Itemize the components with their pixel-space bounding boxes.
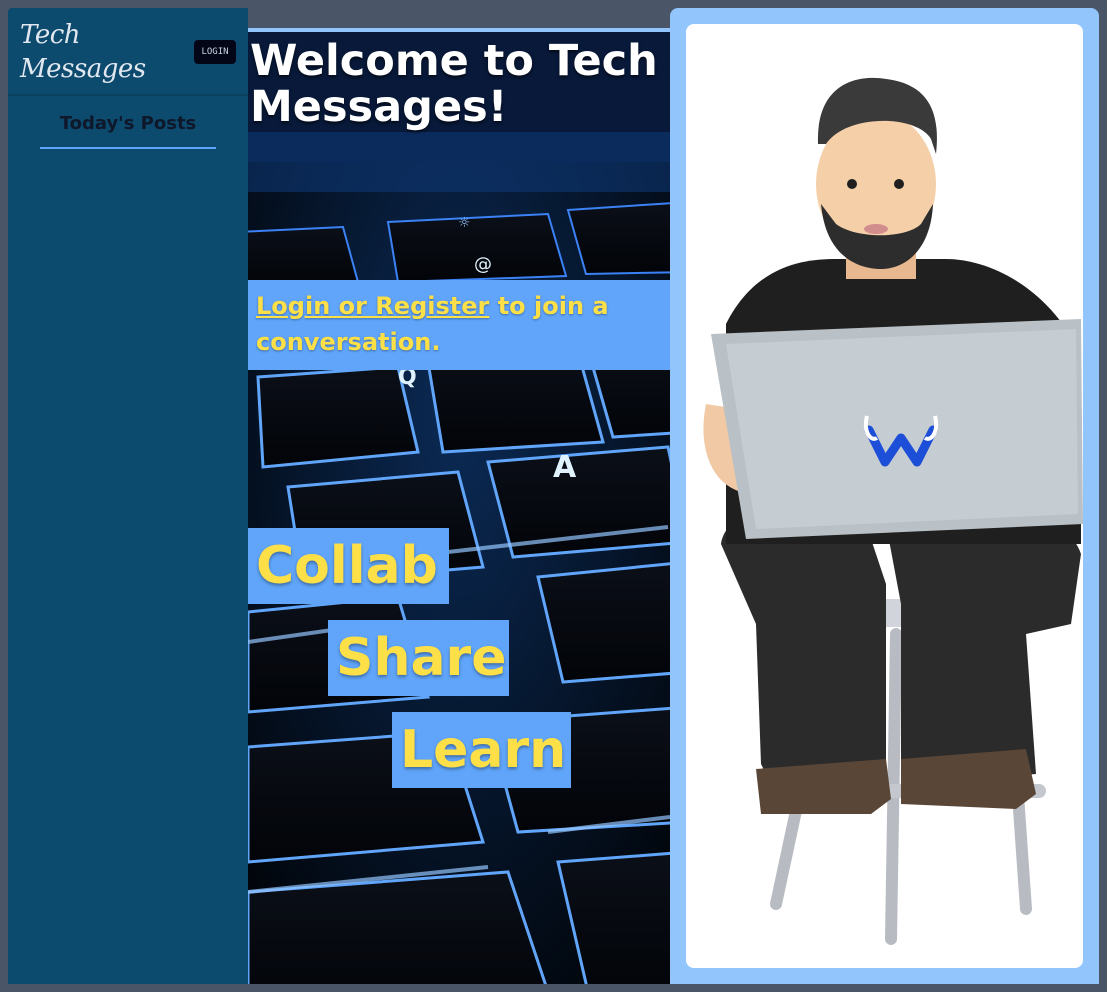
brand-line-2: Messages — [20, 54, 146, 84]
login-register-link[interactable]: Login or Register — [256, 292, 489, 320]
illustration-card — [686, 24, 1083, 968]
hero-section: ☼ @ A Q Welcome to Tech Messages! Login — [248, 28, 670, 984]
tagline-share: Share — [328, 620, 509, 696]
svg-text:A: A — [553, 450, 577, 485]
illustration-panel — [670, 8, 1099, 984]
page-title: Welcome to Tech Messages! — [250, 36, 658, 132]
nav-item-todays-posts[interactable]: Today's Posts — [40, 111, 216, 149]
tagline-learn: Learn — [392, 712, 571, 788]
cta-banner: Login or Register to join a conversation… — [248, 280, 670, 370]
sidebar-header: Tech Messages LOGIN — [8, 8, 248, 96]
svg-text:☼: ☼ — [458, 215, 471, 231]
tagline-collab: Collab — [248, 528, 449, 604]
login-button[interactable]: LOGIN — [194, 40, 236, 64]
brand-line-1: Tech — [20, 20, 81, 50]
man-with-laptop-illustration — [703, 77, 1083, 945]
sidebar: Tech Messages LOGIN Today's Posts — [8, 8, 248, 984]
brand-logo[interactable]: Tech Messages — [20, 18, 170, 86]
keyboard-background-image: ☼ @ A Q — [248, 32, 670, 984]
svg-text:@: @ — [474, 254, 492, 275]
